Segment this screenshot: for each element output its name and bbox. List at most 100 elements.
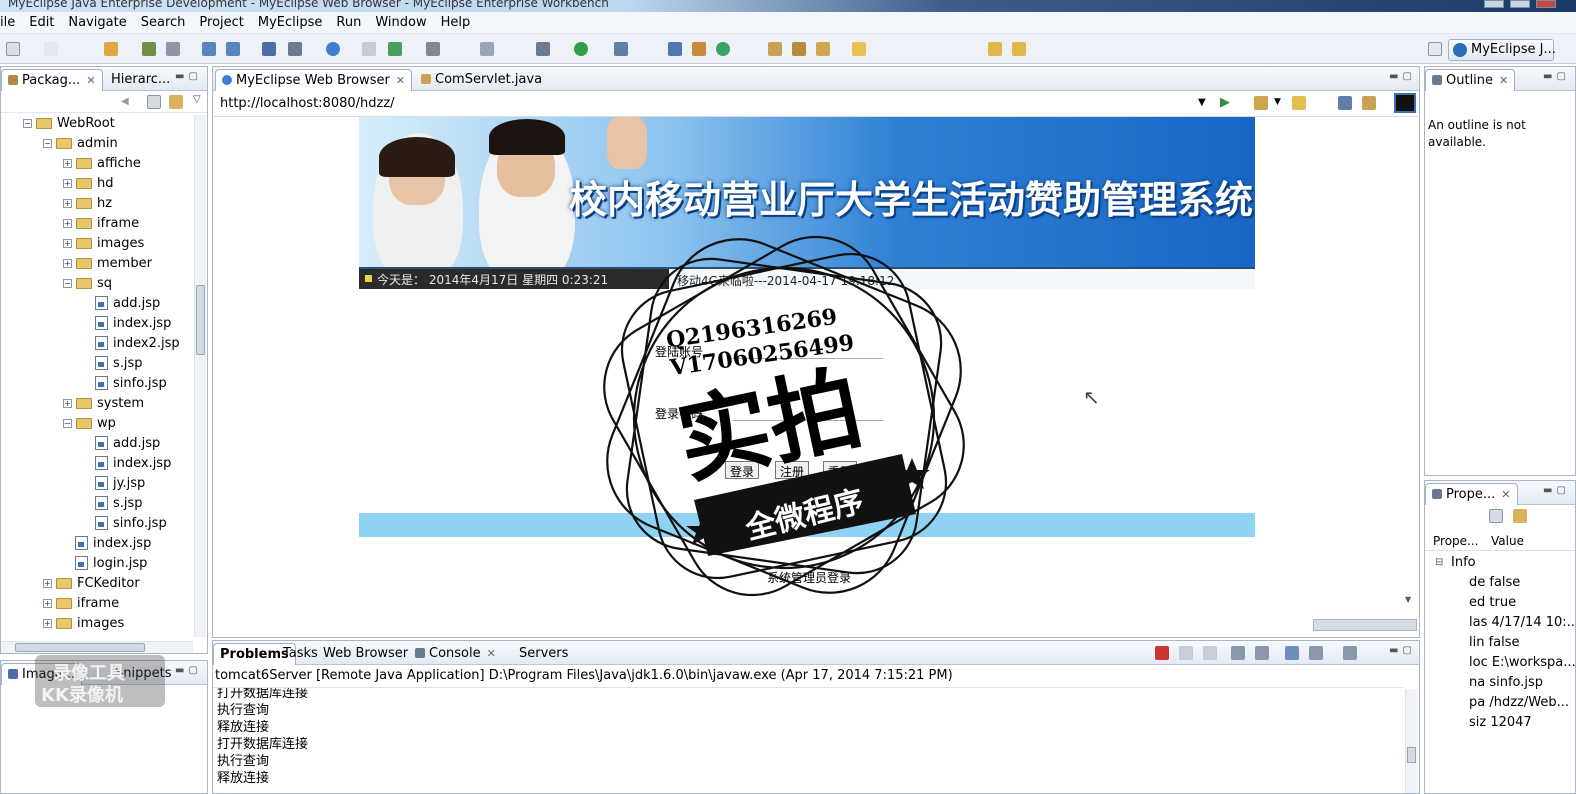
refresh-icon[interactable]	[362, 42, 376, 56]
editor-min-max-icon[interactable]: ▬▢	[1389, 71, 1416, 82]
refresh-page-icon[interactable]	[1362, 96, 1376, 110]
tree-item[interactable]: + iframe	[63, 213, 139, 233]
properties-min-max-icon[interactable]: ▬▢	[1543, 485, 1570, 496]
tab-comservlet[interactable]: ComServlet.java	[415, 69, 548, 91]
tree-item[interactable]: add.jsp	[95, 293, 160, 313]
tree-item[interactable]: sinfo.jsp	[95, 513, 167, 533]
minimize-window-button[interactable]	[1484, 0, 1504, 8]
package-icon[interactable]	[166, 42, 180, 56]
link-editor-icon[interactable]	[169, 95, 183, 109]
console-icon[interactable]	[426, 42, 440, 56]
favorites-dropdown-icon[interactable]: ▼	[1274, 97, 1281, 107]
tree-item[interactable]: − WebRoot	[23, 113, 115, 133]
back-icon[interactable]	[988, 42, 1002, 56]
menu-run[interactable]: Run	[329, 15, 368, 30]
tab-outline[interactable]: Outline ✕	[1425, 69, 1516, 91]
menu-project[interactable]: Project	[192, 15, 250, 30]
grid-icon[interactable]	[692, 42, 706, 56]
back-arrow-icon[interactable]: ◀	[121, 96, 129, 107]
property-row[interactable]: siz 12047	[1469, 715, 1532, 730]
terminate-icon[interactable]	[1155, 646, 1169, 660]
new-file-icon[interactable]	[288, 42, 302, 56]
property-row[interactable]: lin false	[1469, 635, 1520, 650]
expand-icon[interactable]: +	[63, 398, 72, 408]
expand-icon[interactable]: +	[63, 198, 72, 208]
tool-icon[interactable]	[816, 42, 830, 56]
property-row[interactable]: ed true	[1469, 595, 1516, 610]
advanced-icon[interactable]	[1513, 509, 1527, 523]
close-window-button[interactable]	[1536, 0, 1556, 8]
tree-item[interactable]: + affiche	[63, 153, 141, 173]
tab-package-explorer[interactable]: Packag... ✕	[1, 69, 103, 91]
expand-icon[interactable]: +	[63, 258, 72, 268]
deploy-icon[interactable]	[104, 42, 118, 56]
property-row[interactable]: loc E:\workspa...	[1469, 655, 1576, 670]
close-icon[interactable]: ✕	[1501, 488, 1510, 501]
collapse-icon[interactable]: −	[23, 118, 32, 128]
expand-icon[interactable]: +	[43, 618, 52, 628]
tree-item[interactable]: sinfo.jsp	[95, 373, 167, 393]
console-scroll-thumb[interactable]	[1407, 747, 1416, 763]
arrow-icon[interactable]	[792, 42, 806, 56]
scroll-down-icon[interactable]: ▼	[1405, 595, 1411, 604]
browser-hscroll-thumb[interactable]	[1313, 619, 1417, 631]
property-row[interactable]: de false	[1469, 575, 1520, 590]
favorites-icon[interactable]	[1254, 96, 1268, 110]
tree-item[interactable]: + iframe	[43, 593, 119, 613]
run-icon[interactable]	[574, 42, 588, 56]
tree-item[interactable]: + system	[63, 393, 144, 413]
tree-item[interactable]: + hz	[63, 193, 112, 213]
menu-file[interactable]: ile	[0, 15, 22, 30]
external-tools-icon[interactable]	[614, 42, 628, 56]
image-panel-min-max-icon[interactable]: ▬▢	[175, 665, 202, 676]
browser-mode-icon[interactable]	[1394, 93, 1416, 113]
menu-navigate[interactable]: Navigate	[61, 15, 133, 30]
property-row[interactable]: na sinfo.jsp	[1469, 675, 1543, 690]
go-icon[interactable]: ▶	[1220, 95, 1230, 110]
search-icon[interactable]	[668, 42, 682, 56]
sync-icon[interactable]	[716, 42, 730, 56]
tab-servers[interactable]: Servers	[513, 643, 574, 665]
tab-properties[interactable]: Prope... ✕	[1425, 483, 1518, 505]
outline-min-max-icon[interactable]: ▬▢	[1543, 71, 1570, 82]
open-console-icon[interactable]	[1343, 646, 1357, 660]
url-input[interactable]: http://localhost:8080/hdzz/	[220, 96, 395, 111]
annotation-icon[interactable]	[852, 42, 866, 56]
open-type-icon[interactable]	[480, 42, 494, 56]
scroll-lock-icon[interactable]	[1255, 646, 1269, 660]
property-row[interactable]: las 4/17/14 10:...	[1469, 615, 1576, 630]
wizard2-icon[interactable]	[226, 42, 240, 56]
remove-launch-icon[interactable]	[1179, 646, 1193, 660]
tree-hscroll-thumb[interactable]	[15, 643, 145, 652]
console-scrollbar[interactable]	[1405, 689, 1417, 793]
categories-icon[interactable]	[1489, 509, 1503, 523]
open-folder-icon[interactable]	[768, 42, 782, 56]
collapse-icon[interactable]: −	[63, 418, 72, 428]
tab-web-browser-view[interactable]: Web Browser	[317, 643, 414, 665]
pin-console-icon[interactable]	[1285, 646, 1299, 660]
tree-item[interactable]: + member	[63, 253, 152, 273]
close-icon[interactable]: ✕	[396, 74, 405, 87]
console-min-max-icon[interactable]: ▬▢	[1389, 645, 1416, 656]
tree-item[interactable]: jy.jsp	[95, 473, 145, 493]
expand-icon[interactable]: +	[63, 158, 72, 168]
property-row[interactable]: pa /hdzz/Web...	[1469, 695, 1569, 710]
debug-icon[interactable]	[536, 42, 550, 56]
collapse-info-icon[interactable]: ⊟	[1435, 557, 1443, 568]
stop-icon[interactable]	[1338, 96, 1352, 110]
display-console-icon[interactable]	[1309, 646, 1323, 660]
tree-item[interactable]: − sq	[63, 273, 112, 293]
view-menu-icon[interactable]: ▽	[193, 94, 201, 105]
close-icon[interactable]: ✕	[86, 74, 95, 87]
tree-item[interactable]: + images	[43, 613, 124, 633]
remove-all-icon[interactable]	[1203, 646, 1217, 660]
tab-console[interactable]: Console ✕	[409, 643, 502, 665]
menu-edit[interactable]: Edit	[22, 15, 61, 30]
menu-help[interactable]: Help	[434, 15, 478, 30]
tree-horizontal-scrollbar[interactable]	[1, 641, 193, 653]
save-icon[interactable]	[44, 42, 58, 56]
menu-myeclipse[interactable]: MyEclipse	[251, 15, 330, 30]
tree-item[interactable]: login.jsp	[75, 553, 147, 573]
forward-icon[interactable]	[1012, 42, 1026, 56]
tab-web-browser[interactable]: MyEclipse Web Browser ✕	[215, 69, 413, 91]
